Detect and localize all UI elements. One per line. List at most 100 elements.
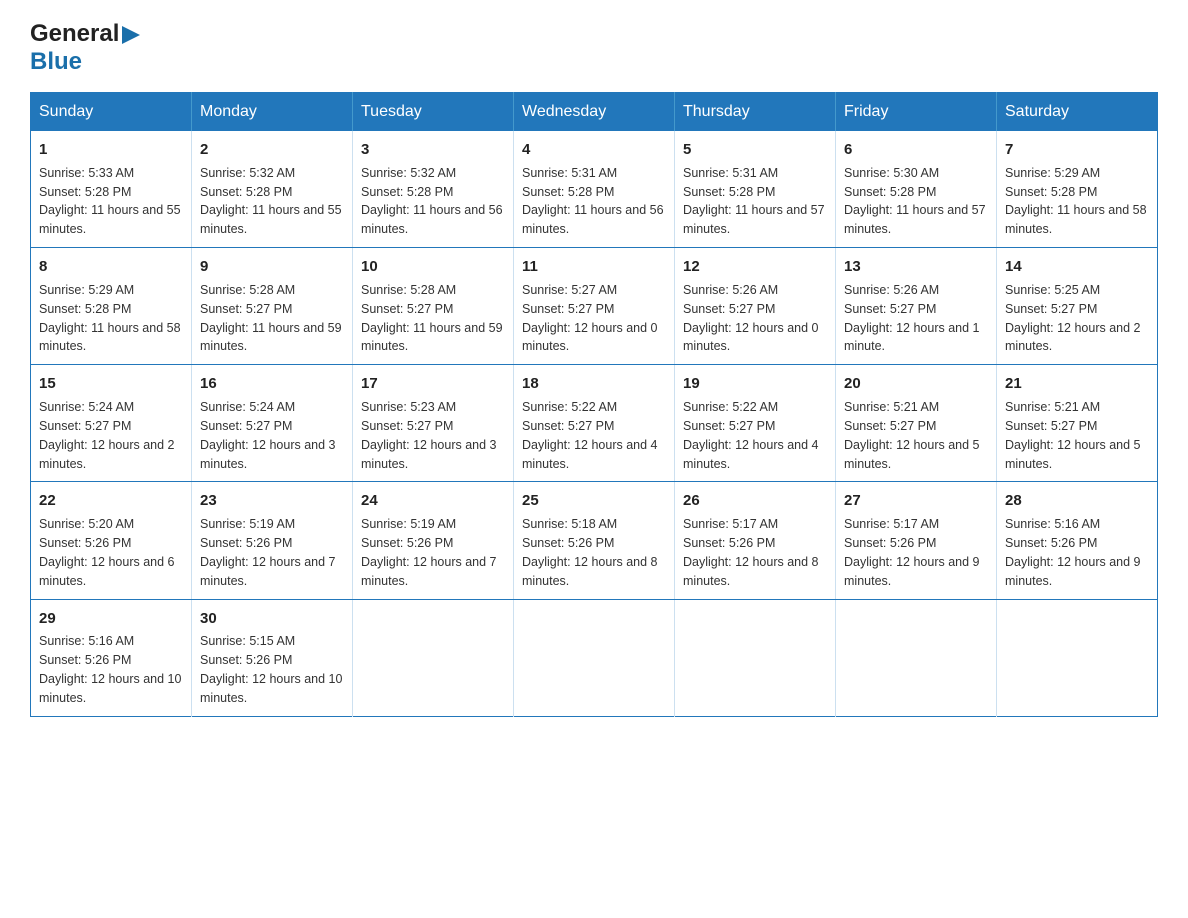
weekday-header-monday: Monday [192, 93, 353, 132]
calendar-cell: 10 Sunrise: 5:28 AMSunset: 5:27 PMDaylig… [353, 248, 514, 365]
calendar-cell: 17 Sunrise: 5:23 AMSunset: 5:27 PMDaylig… [353, 365, 514, 482]
day-info: Sunrise: 5:16 AMSunset: 5:26 PMDaylight:… [39, 634, 181, 705]
day-info: Sunrise: 5:28 AMSunset: 5:27 PMDaylight:… [200, 283, 342, 354]
day-number: 5 [683, 139, 827, 161]
day-number: 7 [1005, 139, 1149, 161]
day-info: Sunrise: 5:32 AMSunset: 5:28 PMDaylight:… [200, 166, 342, 237]
logo-general-text: General [30, 20, 119, 48]
day-info: Sunrise: 5:27 AMSunset: 5:27 PMDaylight:… [522, 283, 658, 354]
day-info: Sunrise: 5:32 AMSunset: 5:28 PMDaylight:… [361, 166, 503, 237]
day-info: Sunrise: 5:29 AMSunset: 5:28 PMDaylight:… [1005, 166, 1147, 237]
day-number: 12 [683, 256, 827, 278]
day-info: Sunrise: 5:19 AMSunset: 5:26 PMDaylight:… [200, 517, 336, 588]
calendar-cell: 16 Sunrise: 5:24 AMSunset: 5:27 PMDaylig… [192, 365, 353, 482]
day-number: 3 [361, 139, 505, 161]
day-info: Sunrise: 5:29 AMSunset: 5:28 PMDaylight:… [39, 283, 181, 354]
calendar-cell: 20 Sunrise: 5:21 AMSunset: 5:27 PMDaylig… [836, 365, 997, 482]
day-number: 27 [844, 490, 988, 512]
logo: General Blue [30, 20, 140, 76]
calendar-week-row: 22 Sunrise: 5:20 AMSunset: 5:26 PMDaylig… [31, 482, 1158, 599]
calendar-cell: 30 Sunrise: 5:15 AMSunset: 5:26 PMDaylig… [192, 599, 353, 716]
day-info: Sunrise: 5:25 AMSunset: 5:27 PMDaylight:… [1005, 283, 1141, 354]
calendar-cell: 5 Sunrise: 5:31 AMSunset: 5:28 PMDayligh… [675, 131, 836, 248]
weekday-header-tuesday: Tuesday [353, 93, 514, 132]
day-number: 9 [200, 256, 344, 278]
calendar-cell: 19 Sunrise: 5:22 AMSunset: 5:27 PMDaylig… [675, 365, 836, 482]
day-number: 19 [683, 373, 827, 395]
calendar-cell: 29 Sunrise: 5:16 AMSunset: 5:26 PMDaylig… [31, 599, 192, 716]
day-info: Sunrise: 5:24 AMSunset: 5:27 PMDaylight:… [200, 400, 336, 471]
calendar-week-row: 15 Sunrise: 5:24 AMSunset: 5:27 PMDaylig… [31, 365, 1158, 482]
weekday-header-friday: Friday [836, 93, 997, 132]
calendar-cell: 26 Sunrise: 5:17 AMSunset: 5:26 PMDaylig… [675, 482, 836, 599]
calendar-week-row: 1 Sunrise: 5:33 AMSunset: 5:28 PMDayligh… [31, 131, 1158, 248]
weekday-header-sunday: Sunday [31, 93, 192, 132]
day-number: 22 [39, 490, 183, 512]
calendar-cell: 15 Sunrise: 5:24 AMSunset: 5:27 PMDaylig… [31, 365, 192, 482]
day-info: Sunrise: 5:19 AMSunset: 5:26 PMDaylight:… [361, 517, 497, 588]
calendar-cell: 13 Sunrise: 5:26 AMSunset: 5:27 PMDaylig… [836, 248, 997, 365]
calendar-cell: 9 Sunrise: 5:28 AMSunset: 5:27 PMDayligh… [192, 248, 353, 365]
calendar-cell: 25 Sunrise: 5:18 AMSunset: 5:26 PMDaylig… [514, 482, 675, 599]
day-info: Sunrise: 5:26 AMSunset: 5:27 PMDaylight:… [844, 283, 980, 354]
calendar-table: SundayMondayTuesdayWednesdayThursdayFrid… [30, 92, 1158, 717]
calendar-cell [836, 599, 997, 716]
calendar-cell: 24 Sunrise: 5:19 AMSunset: 5:26 PMDaylig… [353, 482, 514, 599]
day-number: 17 [361, 373, 505, 395]
day-info: Sunrise: 5:17 AMSunset: 5:26 PMDaylight:… [844, 517, 980, 588]
day-number: 10 [361, 256, 505, 278]
day-number: 8 [39, 256, 183, 278]
calendar-cell: 18 Sunrise: 5:22 AMSunset: 5:27 PMDaylig… [514, 365, 675, 482]
weekday-header-wednesday: Wednesday [514, 93, 675, 132]
day-number: 11 [522, 256, 666, 278]
day-info: Sunrise: 5:33 AMSunset: 5:28 PMDaylight:… [39, 166, 181, 237]
day-number: 28 [1005, 490, 1149, 512]
day-number: 20 [844, 373, 988, 395]
day-info: Sunrise: 5:21 AMSunset: 5:27 PMDaylight:… [844, 400, 980, 471]
logo-triangle-icon [122, 26, 140, 44]
day-number: 30 [200, 608, 344, 630]
calendar-cell: 7 Sunrise: 5:29 AMSunset: 5:28 PMDayligh… [997, 131, 1158, 248]
calendar-cell: 11 Sunrise: 5:27 AMSunset: 5:27 PMDaylig… [514, 248, 675, 365]
day-number: 24 [361, 490, 505, 512]
day-info: Sunrise: 5:30 AMSunset: 5:28 PMDaylight:… [844, 166, 986, 237]
day-number: 2 [200, 139, 344, 161]
calendar-cell [514, 599, 675, 716]
calendar-cell: 22 Sunrise: 5:20 AMSunset: 5:26 PMDaylig… [31, 482, 192, 599]
calendar-cell [997, 599, 1158, 716]
calendar-cell: 4 Sunrise: 5:31 AMSunset: 5:28 PMDayligh… [514, 131, 675, 248]
day-number: 21 [1005, 373, 1149, 395]
day-info: Sunrise: 5:24 AMSunset: 5:27 PMDaylight:… [39, 400, 175, 471]
day-info: Sunrise: 5:15 AMSunset: 5:26 PMDaylight:… [200, 634, 342, 705]
calendar-cell: 23 Sunrise: 5:19 AMSunset: 5:26 PMDaylig… [192, 482, 353, 599]
day-number: 23 [200, 490, 344, 512]
calendar-cell: 3 Sunrise: 5:32 AMSunset: 5:28 PMDayligh… [353, 131, 514, 248]
day-number: 15 [39, 373, 183, 395]
day-info: Sunrise: 5:28 AMSunset: 5:27 PMDaylight:… [361, 283, 503, 354]
calendar-cell: 1 Sunrise: 5:33 AMSunset: 5:28 PMDayligh… [31, 131, 192, 248]
calendar-cell: 2 Sunrise: 5:32 AMSunset: 5:28 PMDayligh… [192, 131, 353, 248]
day-number: 14 [1005, 256, 1149, 278]
day-number: 25 [522, 490, 666, 512]
calendar-week-row: 8 Sunrise: 5:29 AMSunset: 5:28 PMDayligh… [31, 248, 1158, 365]
day-info: Sunrise: 5:22 AMSunset: 5:27 PMDaylight:… [522, 400, 658, 471]
day-info: Sunrise: 5:31 AMSunset: 5:28 PMDaylight:… [683, 166, 825, 237]
day-info: Sunrise: 5:22 AMSunset: 5:27 PMDaylight:… [683, 400, 819, 471]
day-number: 29 [39, 608, 183, 630]
day-info: Sunrise: 5:31 AMSunset: 5:28 PMDaylight:… [522, 166, 664, 237]
day-number: 26 [683, 490, 827, 512]
calendar-cell: 12 Sunrise: 5:26 AMSunset: 5:27 PMDaylig… [675, 248, 836, 365]
calendar-cell: 28 Sunrise: 5:16 AMSunset: 5:26 PMDaylig… [997, 482, 1158, 599]
day-info: Sunrise: 5:17 AMSunset: 5:26 PMDaylight:… [683, 517, 819, 588]
logo-blue-text: Blue [30, 48, 82, 76]
calendar-cell [675, 599, 836, 716]
day-info: Sunrise: 5:16 AMSunset: 5:26 PMDaylight:… [1005, 517, 1141, 588]
day-number: 4 [522, 139, 666, 161]
day-info: Sunrise: 5:21 AMSunset: 5:27 PMDaylight:… [1005, 400, 1141, 471]
weekday-header-thursday: Thursday [675, 93, 836, 132]
calendar-cell: 21 Sunrise: 5:21 AMSunset: 5:27 PMDaylig… [997, 365, 1158, 482]
page-header: General Blue [30, 20, 1158, 76]
weekday-header-row: SundayMondayTuesdayWednesdayThursdayFrid… [31, 93, 1158, 132]
calendar-cell: 27 Sunrise: 5:17 AMSunset: 5:26 PMDaylig… [836, 482, 997, 599]
day-number: 6 [844, 139, 988, 161]
